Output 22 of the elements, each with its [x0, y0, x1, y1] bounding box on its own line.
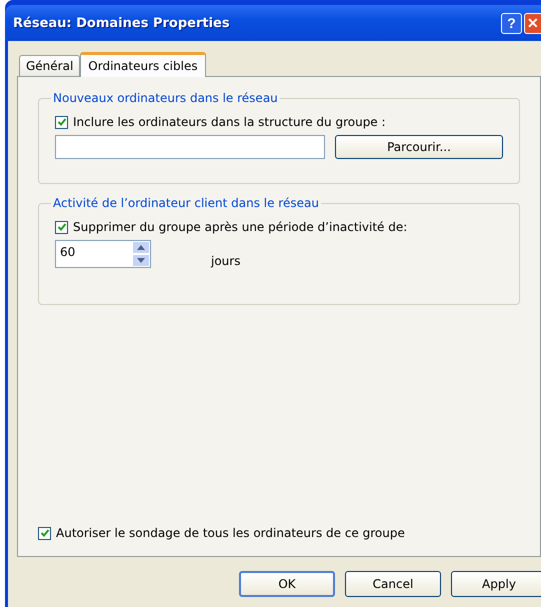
checkbox-label: Inclure les ordinateurs dans la structure du groupe :: [73, 115, 386, 129]
path-field[interactable]: [55, 135, 325, 159]
checkbox[interactable]: [38, 526, 51, 540]
group-title: Nouveaux ordinateurs dans le réseau: [52, 91, 279, 105]
dialog-button[interactable]: Cancel: [345, 571, 441, 597]
checkbox[interactable]: [55, 116, 68, 128]
group-title: Activité de l’ordinateur client dans le réseau: [52, 196, 320, 210]
checkbox-label: Autoriser le sondage de tous les ordinateurs de ce groupe: [56, 526, 405, 540]
tab[interactable]: Général: [19, 55, 80, 76]
browse-button[interactable]: Parcourir...: [335, 135, 503, 159]
unit-label: jours: [211, 254, 240, 268]
window-title: Réseau: Domaines Properties: [13, 16, 231, 30]
number-spinner[interactable]: 60: [55, 240, 151, 268]
dialog-button[interactable]: OK: [239, 571, 335, 597]
spin-down-icon[interactable]: [132, 254, 150, 267]
spin-up-icon[interactable]: [132, 241, 150, 254]
tab[interactable]: Ordinateurs cibles: [80, 52, 206, 77]
checkbox[interactable]: [55, 220, 68, 234]
help-button[interactable]: ?: [501, 12, 522, 34]
dialog-button[interactable]: Apply: [451, 571, 541, 597]
close-button[interactable]: ✕: [524, 12, 541, 34]
checkbox-label: Supprimer du groupe après une période d’inactivité de:: [73, 220, 408, 234]
